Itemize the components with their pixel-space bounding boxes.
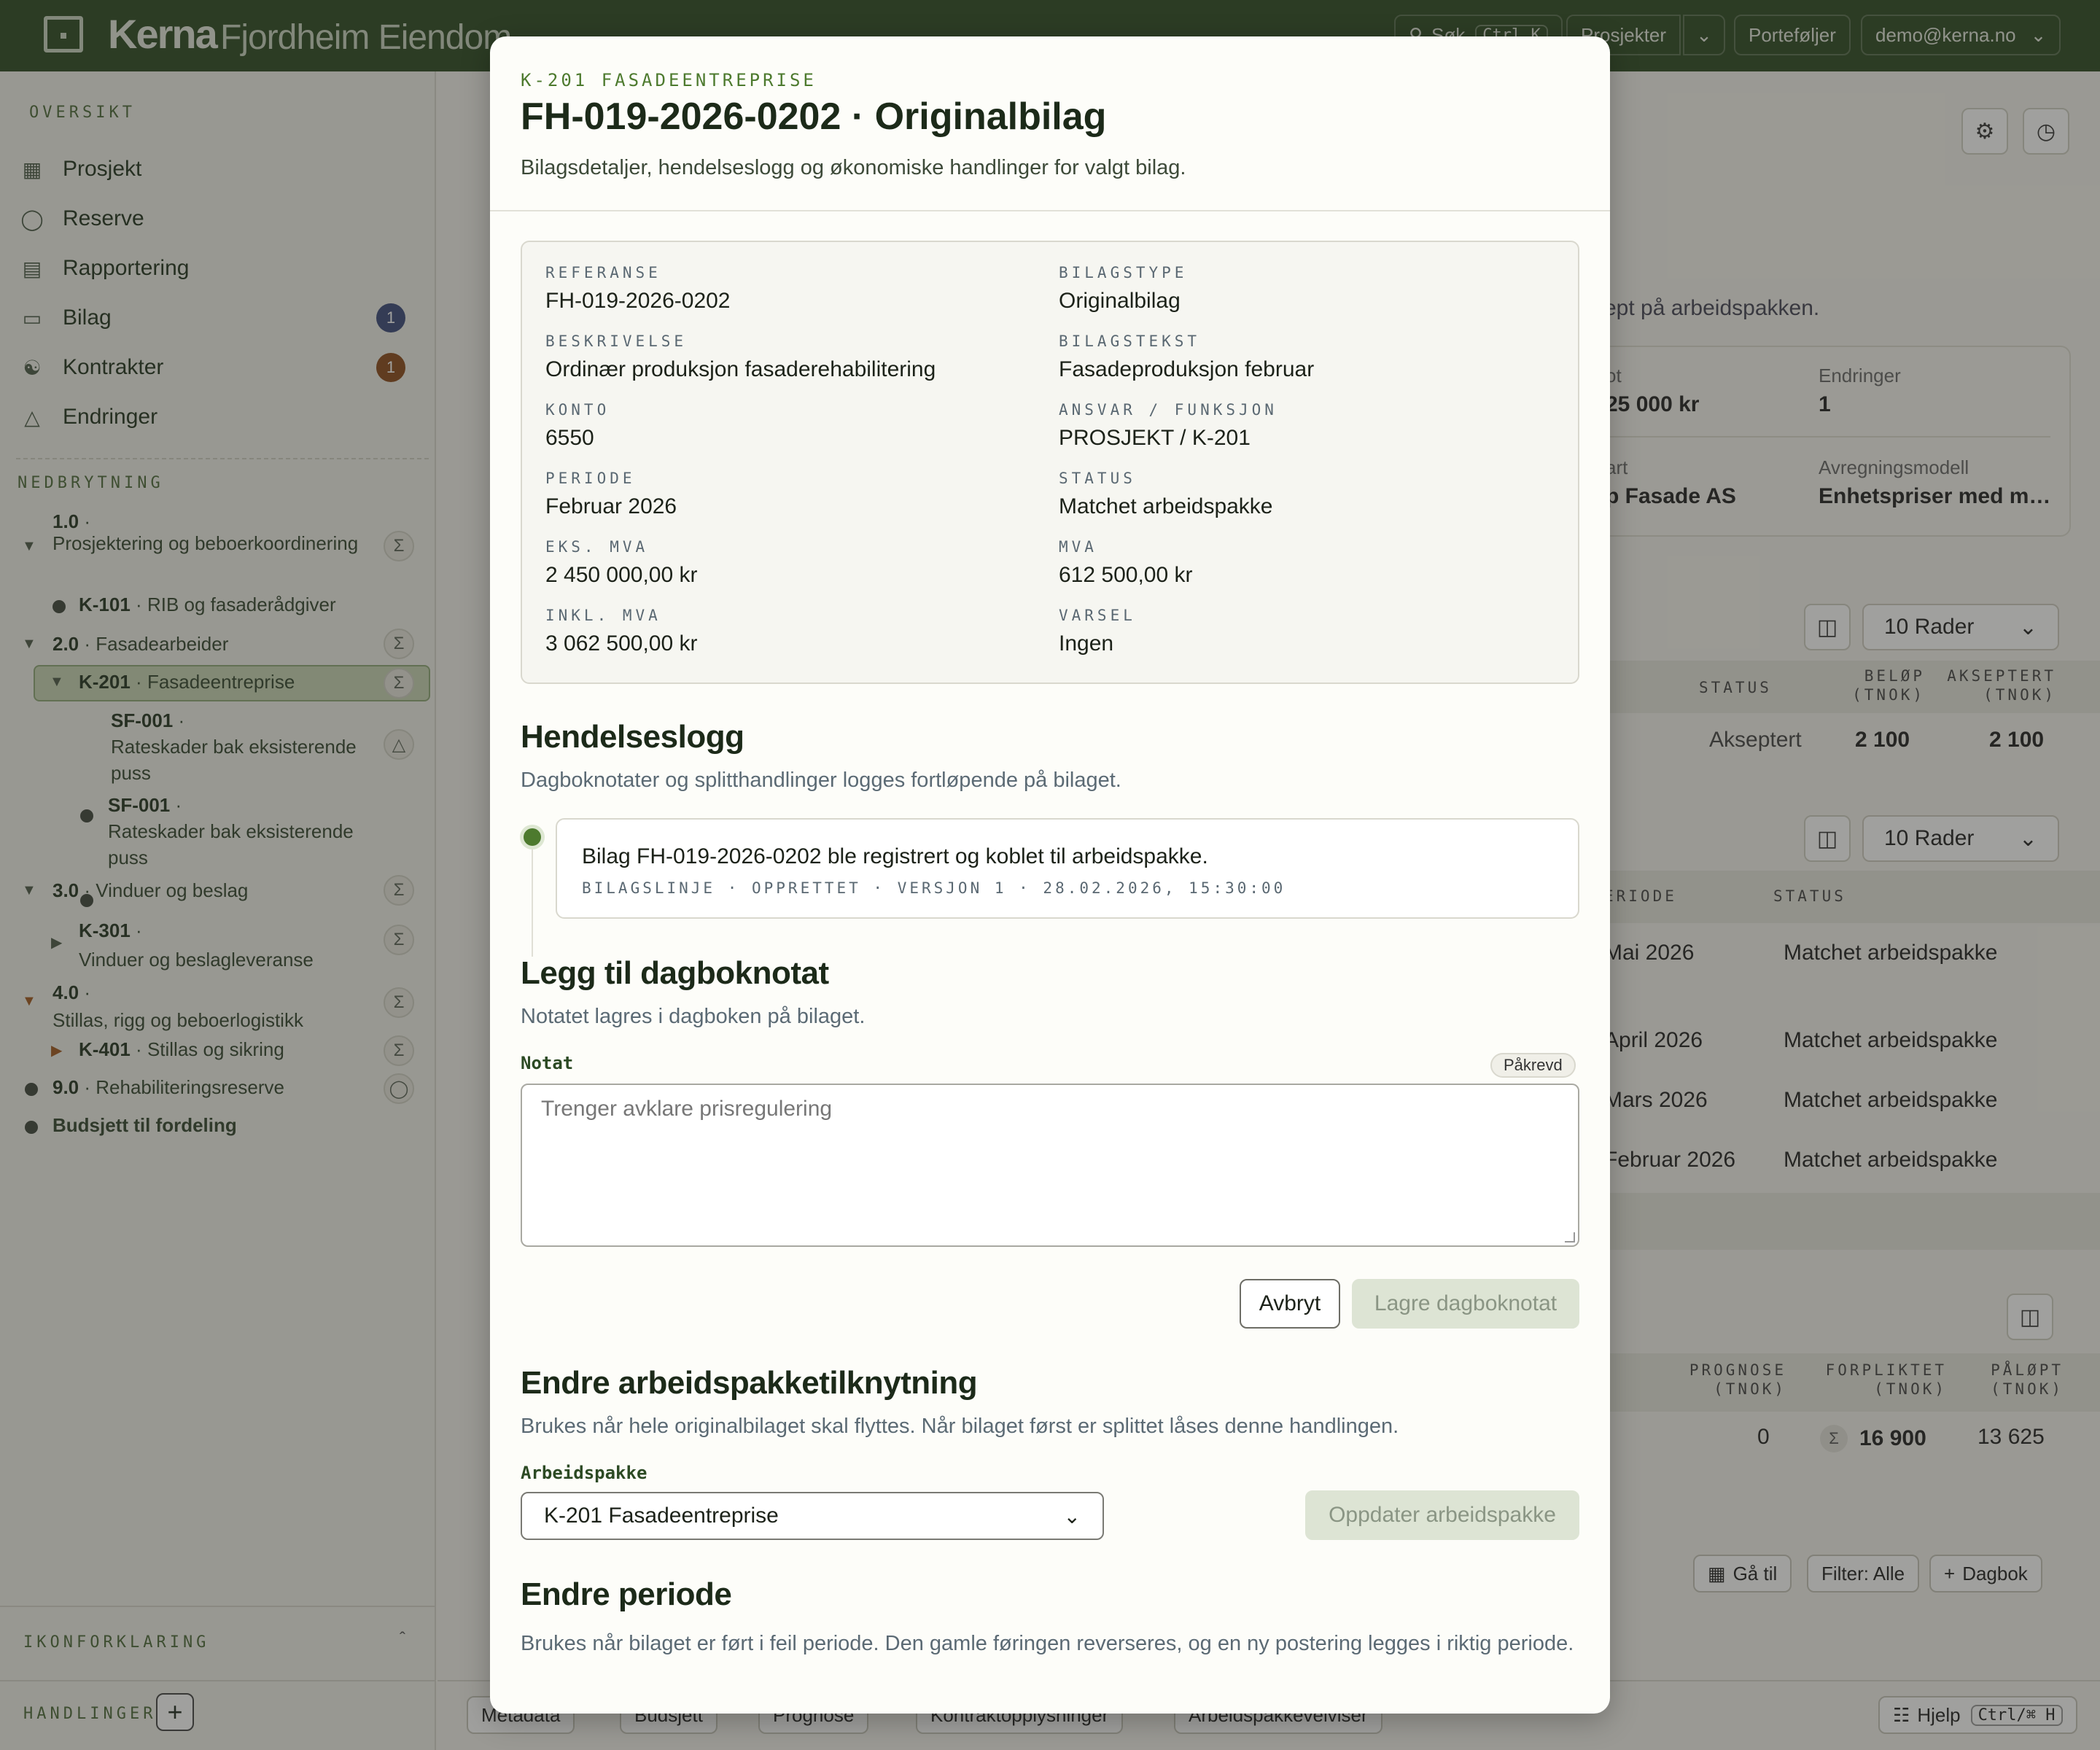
event-log-description: Dagboknotater og splitthandlinger logges… [521,769,1121,792]
detail-label: STATUS [1059,470,1136,487]
detail-label: BESKRIVELSE [545,332,688,350]
voucher-dialog: K-201 FASADEENTREPRISE FH-019-2026-0202 … [490,36,1610,1714]
detail-value: 612 500,00 kr [1059,563,1193,587]
chevron-down-icon: ⌄ [1063,1504,1081,1528]
detail-value: Fasadeproduksjon februar [1059,357,1315,381]
log-entry-meta: BILAGSLINJE · OPPRETTET · VERSJON 1 · 28… [582,879,1286,897]
event-log-heading: Hendelseslogg [521,719,744,755]
detail-label: BILAGSTYPE [1059,264,1188,281]
timeline-dot-icon [524,828,541,846]
detail-value: PROSJEKT / K-201 [1059,426,1251,450]
note-textarea[interactable]: Trenger avklare prisregulering [521,1084,1579,1247]
log-entry-text: Bilag FH-019-2026-0202 ble registrert og… [582,844,1208,868]
detail-label: PERIODE [545,470,636,487]
workpackage-heading: Endre arbeidspakketilknytning [521,1365,978,1401]
note-heading: Legg til dagboknotat [521,955,829,991]
detail-label: EKS. MVA [545,538,649,556]
detail-label: BILAGSTEKST [1059,332,1201,350]
detail-value: 3 062 500,00 kr [545,631,698,656]
detail-value: Ingen [1059,631,1114,656]
log-entry: Bilag FH-019-2026-0202 ble registrert og… [556,818,1579,919]
period-heading: Endre periode [521,1576,732,1612]
detail-label: INKL. MVA [545,607,661,624]
note-description: Notatet lagres i dagboken på bilaget. [521,1005,866,1028]
dialog-title: FH-019-2026-0202 · Originalbilag [521,96,1107,138]
detail-value: Ordinær produksjon fasaderehabilitering [545,357,936,381]
detail-label: MVA [1059,538,1097,556]
workpackage-select-value: K-201 Fasadeentreprise [544,1504,779,1528]
detail-label: ANSVAR / FUNKSJON [1059,401,1278,419]
note-placeholder: Trenger avklare prisregulering [541,1097,833,1121]
voucher-details-card: REFERANSE FH-019-2026-0202 BILAGSTYPE Or… [521,241,1579,684]
workpackage-field-label: Arbeidspakke [521,1463,648,1483]
detail-label: REFERANSE [545,264,661,281]
period-description: Brukes når bilaget er ført i feil period… [521,1632,1574,1655]
resize-handle-icon[interactable] [1565,1232,1575,1242]
detail-label: KONTO [545,401,610,419]
workpackage-description: Brukes når hele originalbilaget skal fly… [521,1415,1399,1438]
detail-label: VARSEL [1059,607,1136,624]
detail-value: Februar 2026 [545,494,677,518]
detail-value: FH-019-2026-0202 [545,289,731,313]
detail-value: 2 450 000,00 kr [545,563,698,587]
update-workpackage-button[interactable]: Oppdater arbeidspakke [1305,1490,1579,1540]
cancel-button[interactable]: Avbryt [1240,1279,1340,1329]
save-note-button[interactable]: Lagre dagboknotat [1352,1279,1579,1329]
dialog-subtitle: Bilagsdetaljer, hendelseslogg og økonomi… [521,156,1186,179]
detail-value: Originalbilag [1059,289,1181,313]
detail-value: Matchet arbeidspakke [1059,494,1273,518]
dialog-eyebrow: K-201 FASADEENTREPRISE [521,70,817,90]
detail-value: 6550 [545,426,594,450]
note-field-label: Notat [521,1053,574,1073]
divider [490,210,1610,211]
timeline-line [532,847,533,957]
required-badge: Påkrevd [1490,1053,1576,1078]
workpackage-select[interactable]: K-201 Fasadeentreprise ⌄ [521,1492,1104,1540]
